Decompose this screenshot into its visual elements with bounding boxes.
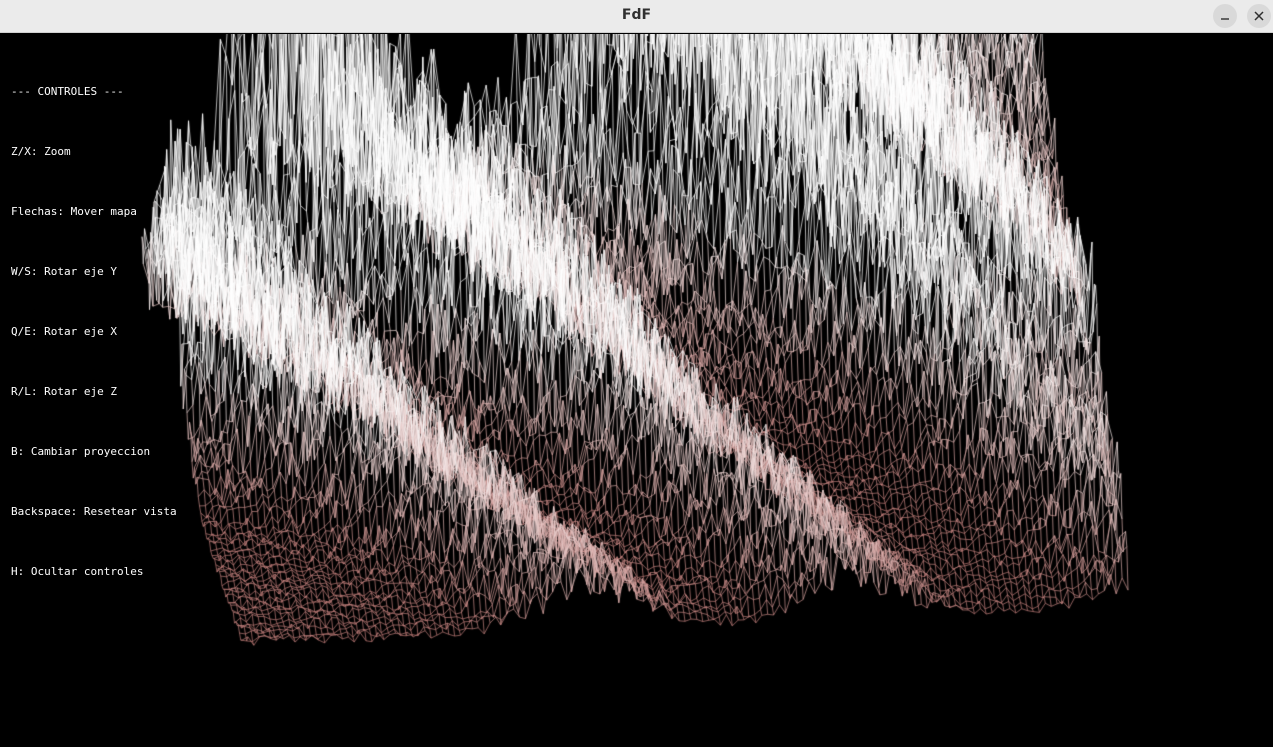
minimize-button[interactable] (1213, 4, 1237, 28)
close-button[interactable] (1247, 4, 1271, 28)
control-rotate-y: W/S: Rotar eje Y (11, 265, 117, 278)
render-viewport[interactable]: --- CONTROLES --- Z/X: Zoom Flechas: Mov… (0, 34, 1273, 747)
controls-heading: --- CONTROLES --- (11, 85, 124, 98)
control-reset: Backspace: Resetear vista (11, 505, 177, 518)
minimize-icon (1221, 18, 1229, 20)
control-hide: H: Ocultar controles (11, 565, 144, 578)
window-title: FdF (621, 7, 652, 23)
wireframe-terrain (0, 34, 1273, 747)
control-zoom: Z/X: Zoom (11, 145, 71, 158)
control-rotate-x: Q/E: Rotar eje X (11, 325, 117, 338)
close-icon (1254, 11, 1264, 21)
title-bar[interactable]: FdF (0, 0, 1273, 33)
control-move: Flechas: Mover mapa (11, 205, 137, 218)
control-rotate-z: R/L: Rotar eje Z (11, 385, 117, 398)
controls-panel: --- CONTROLES --- Z/X: Zoom Flechas: Mov… (11, 42, 177, 622)
fdf-window: FdF --- CONTROLES --- Z/X: Zoom Flechas:… (0, 0, 1273, 747)
control-projection: B: Cambiar proyeccion (11, 445, 151, 458)
